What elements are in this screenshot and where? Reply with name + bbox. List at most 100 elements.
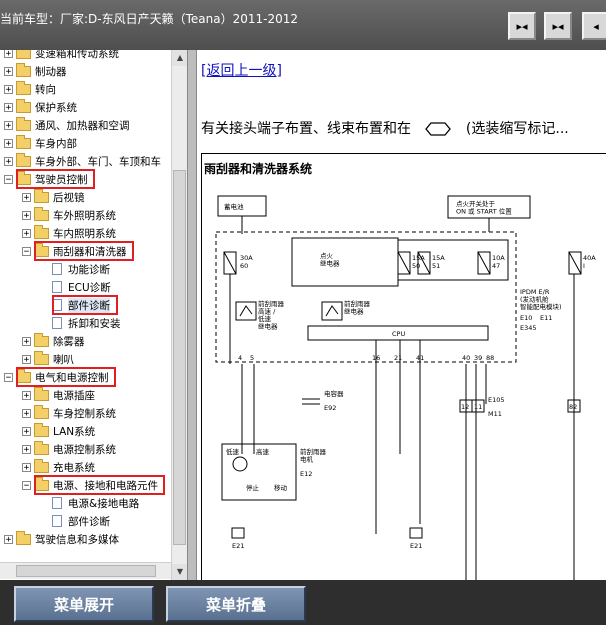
tree-item[interactable]: + 转向 (4, 80, 56, 98)
single-pane-button[interactable]: ▸◂ (508, 12, 536, 40)
expand-node-icon[interactable]: + (4, 138, 13, 148)
collapse-node-icon[interactable]: − (4, 174, 13, 184)
expand-node-icon[interactable]: + (22, 354, 31, 364)
tree-horizontal-scrollbar[interactable] (0, 562, 171, 579)
tree-item[interactable]: + 除雾器 (22, 332, 85, 350)
tree-item[interactable]: + 保护系统 (4, 98, 77, 116)
collapse-node-icon[interactable]: − (22, 246, 31, 256)
low-speed-label: 低速 (226, 447, 240, 456)
wiring-diagram: 雨刮器和清洗器系统 蓄电池 点火开关处于 ON 或 START 位置 30A 6… (201, 153, 606, 580)
expand-node-icon[interactable]: + (22, 390, 31, 400)
back-link[interactable]: [返回上一级] (201, 60, 282, 80)
tree-item[interactable]: + 驾驶信息和多媒体 (4, 530, 119, 548)
pin-5: 5 (250, 354, 254, 362)
document-icon (52, 281, 62, 293)
tree-item[interactable]: 部件诊断 (40, 512, 110, 530)
folder-icon (34, 422, 49, 437)
ground-e21-right: E21 (410, 542, 422, 550)
tree-item[interactable]: + 车外照明系统 (22, 206, 116, 224)
expand-node-icon[interactable]: + (4, 84, 13, 94)
expand-node-icon[interactable]: + (22, 336, 31, 346)
description-main: 有关接头端子布置、线束布置和在 (201, 121, 411, 137)
tree-item-label: 除雾器 (53, 335, 85, 348)
pin-4: 4 (238, 354, 242, 362)
navigation-tree: + 变速箱和传动系统 + 制动器 + 转向 + 保护系统 + 通风、加热器和空调 + 车身内部 + 车身外… (0, 50, 187, 580)
tree-item-label: ECU诊断 (68, 281, 111, 294)
single-pane-icon: ▸◂ (516, 19, 528, 33)
expand-node-icon[interactable]: + (4, 156, 13, 166)
fuse-15a-1-number: 50 (412, 262, 420, 270)
menu-collapse-button[interactable]: 菜单折叠 (166, 586, 306, 622)
tree-item-label: 驾驶信息和多媒体 (35, 533, 119, 546)
expand-node-icon[interactable]: + (22, 210, 31, 220)
scroll-down-button[interactable]: ▼ (172, 564, 188, 580)
tree-item[interactable]: + 喇叭 (22, 350, 74, 368)
tree-item[interactable]: + 后视镜 (22, 188, 85, 206)
split-pane-icon: ▸◂ (552, 19, 564, 33)
tree-item-label: 拆卸和安装 (68, 317, 121, 330)
highlight-box (34, 241, 134, 261)
tree-item[interactable]: + 变速箱和传动系统 (4, 50, 119, 62)
tree-item[interactable]: + 车身外部、车门、车顶和车 (4, 152, 161, 170)
ignition-label: 点火开关处于 ON 或 START 位置 (456, 199, 512, 216)
expand-node-icon[interactable]: + (22, 192, 31, 202)
bottom-toolbar: 菜单展开 菜单折叠 (0, 580, 606, 625)
highlight-box (52, 295, 118, 315)
tree-item[interactable]: ECU诊断 (40, 278, 111, 296)
high-speed-label: 高速 (256, 447, 270, 456)
pin-12: 12 (461, 403, 469, 411)
folder-icon (16, 152, 31, 167)
tree-item[interactable]: + 制动器 (4, 62, 67, 80)
tree-item[interactable]: + 车身内部 (4, 134, 77, 152)
expand-node-icon[interactable]: + (22, 444, 31, 454)
highlight-box (16, 367, 116, 387)
tree-item[interactable]: + 通风、加热器和空调 (4, 116, 130, 134)
scroll-up-button[interactable]: ▲ (172, 50, 188, 66)
tree-item[interactable]: 拆卸和安装 (40, 314, 121, 332)
pane-splitter[interactable] (187, 50, 197, 580)
horizontal-scroll-thumb[interactable] (16, 565, 156, 577)
tree-item[interactable]: 电源&接地电路 (40, 494, 139, 512)
tree-item[interactable]: + 车身控制系统 (22, 404, 116, 422)
wiper-relay-label: 前刮雨器继电器 (344, 299, 371, 316)
expand-node-icon[interactable]: + (4, 534, 13, 544)
pin-40: 40 (462, 354, 470, 362)
move-label: 移动 (274, 483, 288, 492)
folder-icon (16, 50, 31, 59)
fuse-30a-label: 30A (240, 254, 253, 262)
expand-node-icon[interactable]: + (22, 462, 31, 472)
tree-item[interactable]: + 充电系统 (22, 458, 95, 476)
tree-item[interactable]: 功能诊断 (40, 260, 110, 278)
split-pane-button[interactable]: ▸◂ (544, 12, 572, 40)
tree-item-label: 喇叭 (53, 353, 74, 366)
collapse-node-icon[interactable]: − (4, 372, 13, 382)
tree-item-label: 电源控制系统 (53, 443, 116, 456)
tree-item-label: 通风、加热器和空调 (35, 119, 130, 132)
collapse-node-icon[interactable]: − (22, 480, 31, 490)
wiring-diagram-svg: 蓄电池 点火开关处于 ON 或 START 位置 30A 60 点火继电器 15A… (215, 195, 596, 580)
tree-item-label: 电源&接地电路 (68, 497, 140, 510)
tree-item[interactable]: + 电源控制系统 (22, 440, 116, 458)
tree-item-label: 车身外部、车门、车顶和车 (35, 155, 161, 168)
expand-node-icon[interactable]: + (22, 426, 31, 436)
document-icon (52, 497, 62, 509)
tree-item-label: 车身控制系统 (53, 407, 116, 420)
tree-item-label: 后视镜 (53, 191, 85, 204)
menu-expand-button[interactable]: 菜单展开 (14, 586, 154, 622)
expand-node-icon[interactable]: + (4, 102, 13, 112)
expand-node-icon[interactable]: + (22, 408, 31, 418)
scroll-thumb[interactable] (173, 170, 186, 545)
expand-pane-button[interactable]: ◂ (582, 12, 606, 40)
tree-item[interactable]: + 车内照明系统 (22, 224, 116, 242)
tree-vertical-scrollbar[interactable]: ▲ ▼ (171, 50, 188, 580)
tree-item-label: LAN系统 (53, 425, 96, 438)
tree-item-label: 车身内部 (35, 137, 77, 150)
tree-item-label: 变速箱和传动系统 (35, 50, 119, 60)
expand-node-icon[interactable]: + (4, 66, 13, 76)
tree-item[interactable]: + 电源插座 (22, 386, 95, 404)
expand-node-icon[interactable]: + (22, 228, 31, 238)
expand-node-icon[interactable]: + (4, 50, 13, 58)
pin-82: 82 (569, 403, 577, 411)
expand-node-icon[interactable]: + (4, 120, 13, 130)
tree-item[interactable]: + LAN系统 (22, 422, 95, 440)
